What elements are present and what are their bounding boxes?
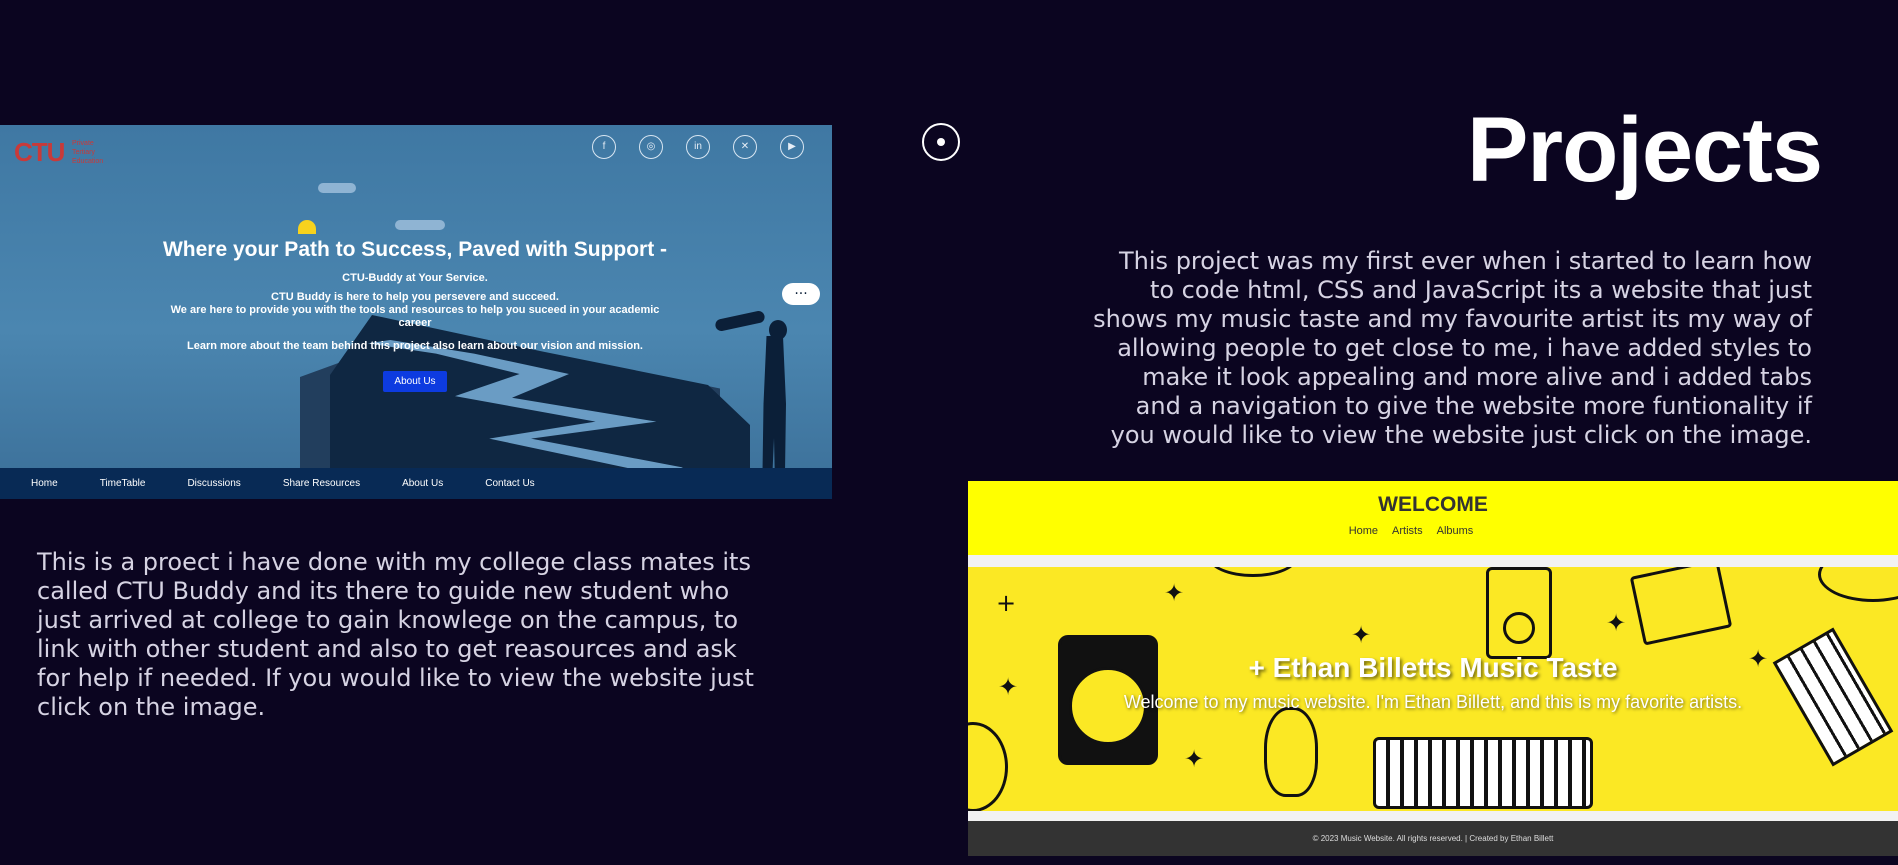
linkedin-icon[interactable]: in [686,135,710,159]
youtube-icon[interactable]: ▶ [780,135,804,159]
sparkle-icon: ✦ [1606,609,1627,637]
plus-icon: + [996,589,1017,617]
ctu-buddy-preview[interactable]: ... CTU Private Tertiary Education f ◎ i… [0,125,832,499]
keyboard-doodle [1373,737,1593,809]
social-links: f ◎ in ✕ ▶ [592,135,804,159]
ctu-nav: Home TimeTable Discussions Share Resourc… [0,468,832,499]
nav-item-timetable[interactable]: TimeTable [100,478,146,489]
hero-line: We are here to provide you with the tool… [170,304,660,329]
nav-item-about-us[interactable]: About Us [402,478,443,489]
hero-title-text: Where your Path to Success, Paved with S… [162,238,668,261]
nav-item-home[interactable]: Home [31,478,58,489]
ipod-wheel-doodle [1503,612,1535,644]
divider [968,555,1898,567]
instagram-icon[interactable]: ◎ [639,135,663,159]
nav-item-contact-us[interactable]: Contact Us [485,478,534,489]
hero-line: Learn more about the team behind this pr… [187,340,643,352]
curve-doodle [1208,567,1298,577]
about-us-button[interactable]: About Us [383,371,447,392]
banner-title: + Ethan Billetts Music Taste [1248,652,1618,683]
music-nav-albums[interactable]: Albums [1437,525,1474,537]
ctu-project-description: This is a proect i have done with my col… [37,548,754,721]
sparkle-icon: ✦ [1164,579,1185,607]
twitter-icon[interactable]: ✕ [733,135,757,159]
logo-subtext: Private Tertiary Education [72,139,103,166]
music-nav-artists[interactable]: Artists [1392,525,1423,537]
logo-sub-line: Tertiary [72,149,95,156]
letter-m-doodle [1629,567,1733,646]
hero-line: CTU Buddy is here to help you persevere … [271,291,559,303]
logo-sub-line: Private [72,140,94,147]
ear-doodle [1264,707,1318,797]
logo-text: CTU [14,137,65,167]
nav-item-share-resources[interactable]: Share Resources [283,478,360,489]
music-site-preview[interactable]: WELCOME Home Artists Albums + ✦ ✦ ✦ ✦ ✦ … [968,481,1898,856]
facebook-icon[interactable]: f [592,135,616,159]
hero-tagline: CTU-Buddy at Your Service. [342,272,488,284]
ctu-hero: Where your Path to Success, Paved with S… [160,237,670,392]
music-banner: + ✦ ✦ ✦ ✦ ✦ ✦ + Ethan Billetts Music Tas… [968,567,1898,811]
cursor-ring-icon [922,123,960,161]
cloud-shape [318,183,356,193]
music-project-description: This project was my first ever when i st… [1093,247,1812,449]
speech-bubble: ... [782,283,820,305]
hero-title: Where your Path to Success, Paved with S… [160,237,670,291]
page-title: Projects [1466,99,1823,201]
logo-sub-line: Education [72,158,104,165]
curve-doodle [968,722,1008,811]
curve-doodle [1818,567,1898,602]
ctu-logo[interactable]: CTU Private Tertiary Education [14,137,124,171]
cursor-dot [937,138,945,146]
music-footer: © 2023 Music Website. All rights reserve… [968,821,1898,856]
flag-shape [298,220,316,234]
banner-subtitle: Welcome to my music website. I'm Ethan B… [1123,692,1743,712]
welcome-heading: WELCOME [1378,493,1488,516]
cloud-shape [395,220,445,230]
banner-title-text: Ethan Billetts Music Taste [1272,652,1618,683]
nav-item-discussions[interactable]: Discussions [187,478,240,489]
sparkle-icon: ✦ [1184,745,1205,773]
music-header: WELCOME Home Artists Albums [968,481,1898,555]
music-nav-home[interactable]: Home [1349,525,1378,537]
sparkle-icon: ✦ [1351,621,1372,649]
divider [968,811,1898,821]
music-nav: Home Artists Albums [968,525,1898,537]
